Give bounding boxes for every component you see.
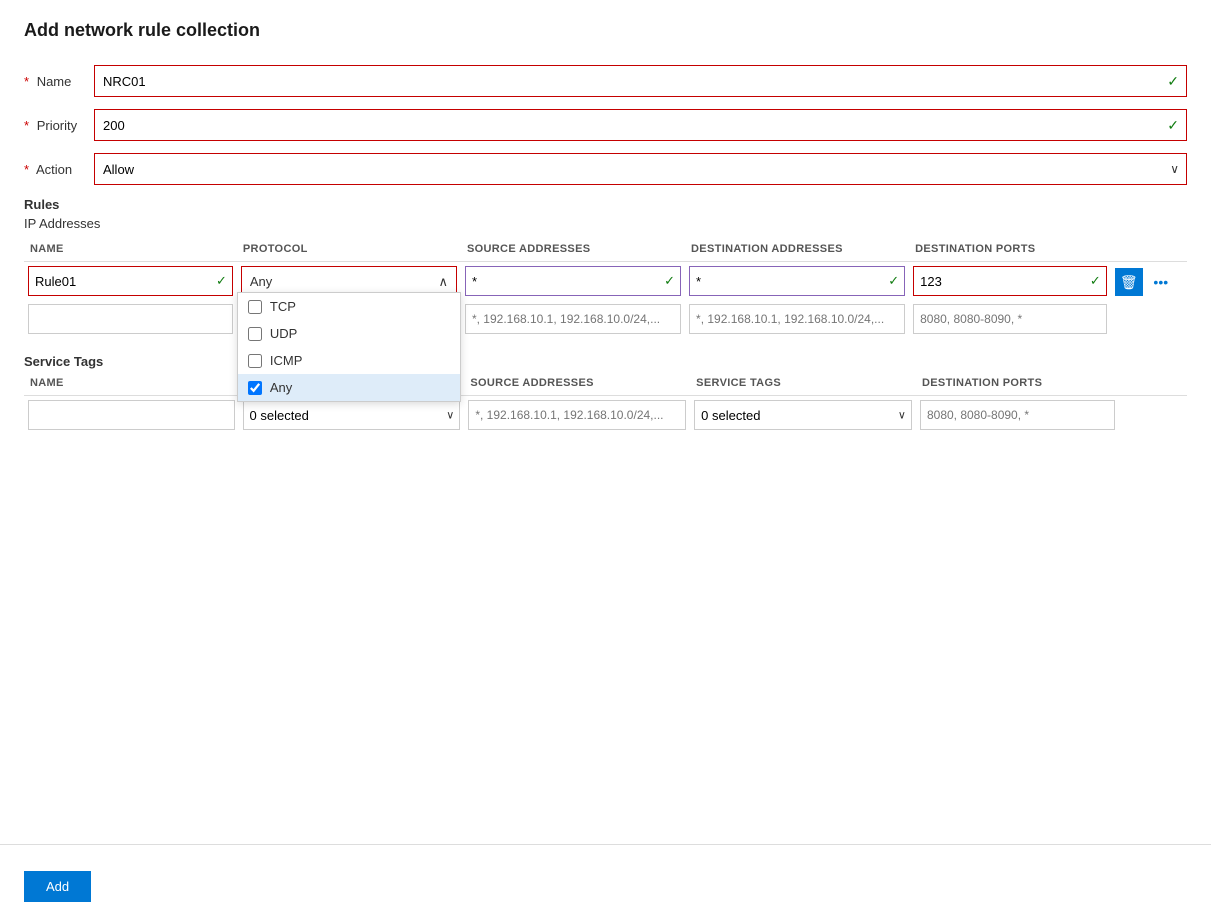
- dest-addr-input[interactable]: [689, 266, 905, 296]
- empty-actions-cell: [1111, 300, 1187, 338]
- more-options-button[interactable]: •••: [1147, 268, 1175, 296]
- name-input-wrapper: ✓: [94, 65, 1187, 97]
- protocol-cell: Any ∧ TCP UDP: [237, 262, 461, 301]
- protocol-label-udp: UDP: [270, 326, 297, 341]
- delete-rule-button[interactable]: 🗑: [1115, 268, 1143, 296]
- bottom-bar: Add: [0, 844, 1211, 904]
- rules-section-label: Rules: [24, 197, 1187, 212]
- st-protocol-select[interactable]: 0 selected: [243, 400, 461, 430]
- action-select[interactable]: Allow Deny: [94, 153, 1187, 185]
- priority-label: * Priority: [24, 118, 94, 133]
- add-button[interactable]: Add: [24, 871, 91, 902]
- st-src-cell: [464, 396, 690, 435]
- st-name-cell: [24, 396, 239, 435]
- source-addr-cell: ✓: [461, 262, 685, 301]
- rule-name-input[interactable]: [28, 266, 233, 296]
- ip-table-header-row: NAME PROTOCOL SOURCE ADDRESSES DESTINATI…: [24, 239, 1187, 262]
- st-tags-cell: 0 selected ∨: [690, 396, 916, 435]
- protocol-label-tcp: TCP: [270, 299, 296, 314]
- empty-dst-cell: [685, 300, 909, 338]
- rule-name-input-wrapper: ✓: [28, 266, 233, 296]
- protocol-chevron-up-icon: ∧: [438, 274, 448, 290]
- protocol-label-any: Any: [270, 380, 292, 395]
- st-tags-select[interactable]: 0 selected: [694, 400, 912, 430]
- protocol-option-udp[interactable]: UDP: [238, 320, 460, 347]
- ip-rule-row-1: ✓ Any ∧ TCP: [24, 262, 1187, 301]
- required-star: *: [24, 74, 29, 89]
- col-header-protocol: PROTOCOL: [237, 239, 461, 262]
- source-addr-check-icon: ✓: [664, 273, 675, 289]
- st-name-input[interactable]: [28, 400, 235, 430]
- col-header-actions: [1111, 239, 1187, 262]
- col-header-ports: DESTINATION PORTS: [909, 239, 1111, 262]
- protocol-checkbox-udp[interactable]: [248, 327, 262, 341]
- dest-addr-cell: ✓: [685, 262, 909, 301]
- empty-src-cell: [461, 300, 685, 338]
- service-tags-table: NAME PROTOCOL SOURCE ADDRESSES SERVICE T…: [24, 373, 1187, 434]
- priority-input-wrapper: ✓: [94, 109, 1187, 141]
- st-col-header-actions: [1119, 373, 1187, 396]
- priority-row: * Priority ✓: [24, 109, 1187, 141]
- action-label: * Action: [24, 162, 94, 177]
- st-col-header-ports: DESTINATION PORTS: [916, 373, 1119, 396]
- service-tags-row-1: 0 selected ∨ 0 selected ∨: [24, 396, 1187, 435]
- st-src-input[interactable]: [468, 400, 686, 430]
- dest-addr-input-wrapper: ✓: [689, 266, 905, 296]
- empty-src-input[interactable]: [465, 304, 681, 334]
- st-col-header-name: NAME: [24, 373, 239, 396]
- name-row: * Name ✓: [24, 65, 1187, 97]
- name-label: * Name: [24, 74, 94, 89]
- service-tags-header-row: NAME PROTOCOL SOURCE ADDRESSES SERVICE T…: [24, 373, 1187, 396]
- st-col-header-tags: SERVICE TAGS: [690, 373, 916, 396]
- action-row: * Action Allow Deny ∨: [24, 153, 1187, 185]
- priority-input[interactable]: [94, 109, 1187, 141]
- st-tags-wrapper: 0 selected ∨: [694, 400, 912, 430]
- dest-ports-check-icon: ✓: [1090, 273, 1101, 289]
- protocol-option-any[interactable]: Any: [238, 374, 460, 401]
- empty-ports-cell: [909, 300, 1111, 338]
- page-container: Add network rule collection * Name ✓ * P…: [0, 0, 1211, 904]
- st-col-header-source: SOURCE ADDRESSES: [464, 373, 690, 396]
- protocol-dropdown: TCP UDP ICMP Any: [237, 292, 461, 402]
- protocol-option-tcp[interactable]: TCP: [238, 293, 460, 320]
- empty-name-input[interactable]: [28, 304, 233, 334]
- action-icons-group: 🗑 •••: [1115, 266, 1183, 296]
- protocol-selected-value: Any: [250, 274, 272, 289]
- st-actions-cell: [1119, 396, 1187, 435]
- protocol-checkbox-icmp[interactable]: [248, 354, 262, 368]
- col-header-destination: DESTINATION ADDRESSES: [685, 239, 909, 262]
- priority-required-star: *: [24, 118, 29, 133]
- st-ports-input[interactable]: [920, 400, 1115, 430]
- rule-name-check-icon: ✓: [216, 273, 227, 289]
- priority-check-icon: ✓: [1167, 117, 1179, 134]
- ip-rule-row-2: [24, 300, 1187, 338]
- dest-ports-input[interactable]: [913, 266, 1107, 296]
- source-addr-input-wrapper: ✓: [465, 266, 681, 296]
- source-addr-input[interactable]: [465, 266, 681, 296]
- empty-dst-input[interactable]: [689, 304, 905, 334]
- name-check-icon: ✓: [1167, 73, 1179, 90]
- empty-ports-input[interactable]: [913, 304, 1107, 334]
- name-input[interactable]: [94, 65, 1187, 97]
- protocol-checkbox-any[interactable]: [248, 381, 262, 395]
- dest-ports-input-wrapper: ✓: [913, 266, 1107, 296]
- row-actions-cell: 🗑 •••: [1111, 262, 1187, 301]
- protocol-checkbox-tcp[interactable]: [248, 300, 262, 314]
- page-title: Add network rule collection: [24, 20, 1187, 41]
- ip-rules-table: NAME PROTOCOL SOURCE ADDRESSES DESTINATI…: [24, 239, 1187, 338]
- dest-addr-check-icon: ✓: [888, 273, 899, 289]
- empty-name-cell: [24, 300, 237, 338]
- action-select-wrapper: Allow Deny ∨: [94, 153, 1187, 185]
- rule-name-cell: ✓: [24, 262, 237, 301]
- protocol-label-icmp: ICMP: [270, 353, 303, 368]
- dest-ports-cell: ✓: [909, 262, 1111, 301]
- service-tags-label: Service Tags: [24, 354, 1187, 369]
- col-header-name: NAME: [24, 239, 237, 262]
- st-protocol-wrapper: 0 selected ∨: [243, 400, 461, 430]
- st-ports-cell: [916, 396, 1119, 435]
- protocol-option-icmp[interactable]: ICMP: [238, 347, 460, 374]
- col-header-source: SOURCE ADDRESSES: [461, 239, 685, 262]
- ip-addresses-label: IP Addresses: [24, 216, 1187, 231]
- action-required-star: *: [24, 162, 29, 177]
